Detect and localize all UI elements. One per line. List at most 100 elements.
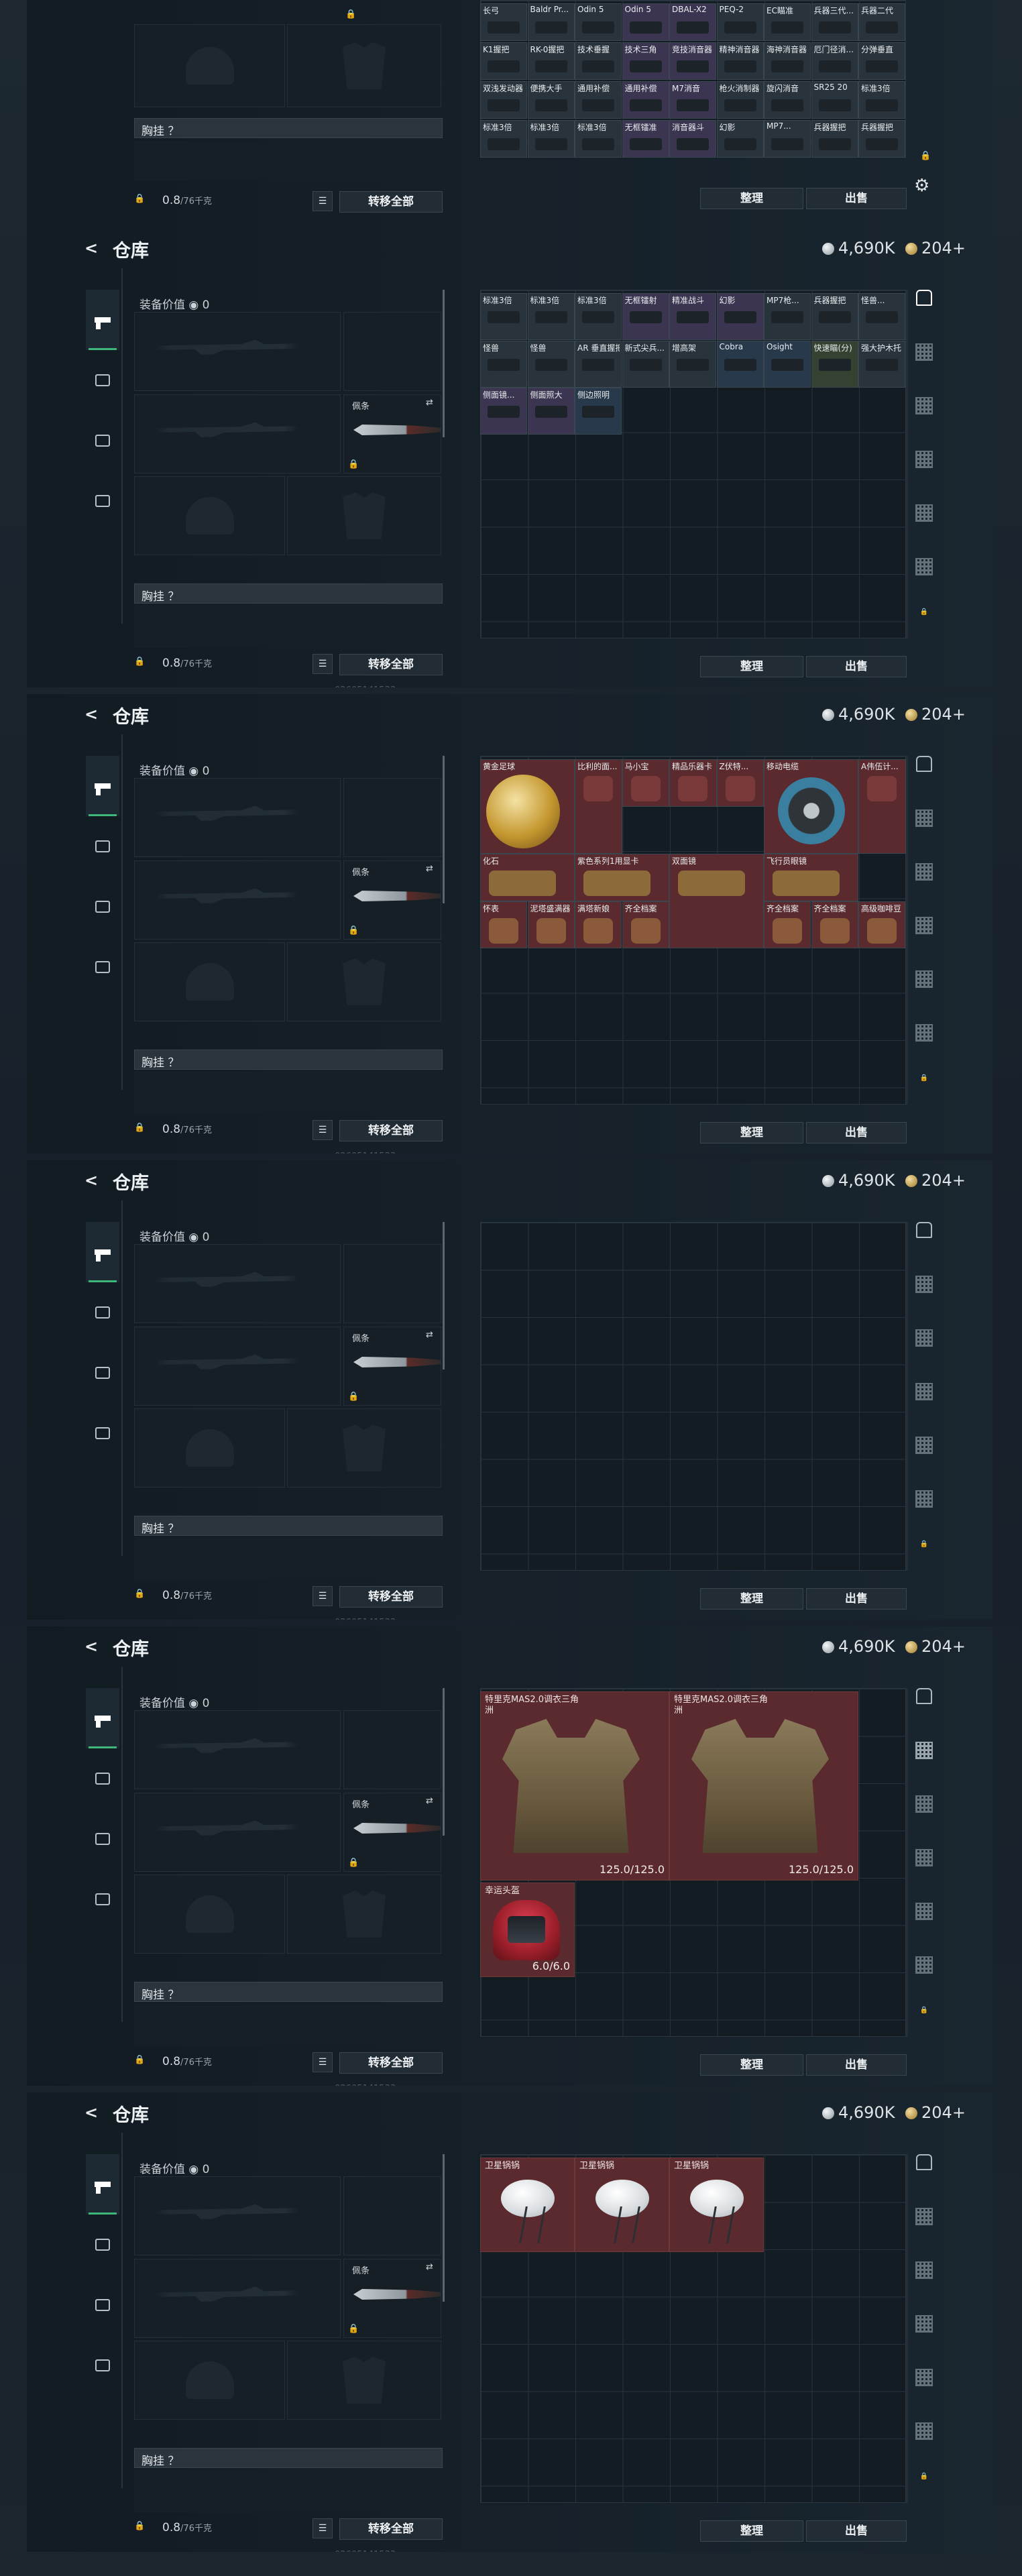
storage-item[interactable]: 双面镜 <box>669 854 764 948</box>
storage-item[interactable]: 新式尖兵... <box>622 340 669 388</box>
armor-tab-icon[interactable] <box>86 1282 119 1343</box>
transfer-all-button[interactable]: 转移全部 <box>339 2052 443 2074</box>
storage-item[interactable]: 齐全档案 <box>811 901 858 948</box>
transfer-all-button[interactable]: 转移全部 <box>339 191 443 213</box>
plus-icon[interactable]: + <box>952 2103 966 2122</box>
storage-item[interactable]: 怀表 <box>480 901 527 948</box>
armor-slot[interactable] <box>287 24 441 107</box>
storage-item[interactable]: 分弹垂直 <box>858 42 905 80</box>
chest-rig-slot[interactable]: 胸挂 ？ <box>134 2448 443 2468</box>
storage-scrollbar[interactable] <box>906 756 908 1105</box>
storage-item[interactable]: 通用补偿 <box>575 81 622 119</box>
melee-slot[interactable]: 佩条 ⇄ 🔒 <box>343 1793 441 1872</box>
storage-item[interactable]: A伟伍计... <box>858 759 906 854</box>
melee-slot[interactable]: 佩条 ⇄ 🔒 <box>343 1327 441 1406</box>
storage-item[interactable]: 幻影 <box>716 120 764 158</box>
storage-item[interactable]: Osight <box>764 340 811 388</box>
storage-item[interactable]: 便携大手 <box>527 81 575 119</box>
list-view-button[interactable]: ☰ <box>313 654 333 674</box>
list-view-button[interactable]: ☰ <box>313 2518 333 2538</box>
secondary-weapon-slot[interactable] <box>134 2259 341 2338</box>
gold-currency[interactable]: 204+ <box>905 239 966 258</box>
storage-item[interactable]: 精神消音器 <box>716 42 764 80</box>
storage-page-tab-3[interactable] <box>913 917 935 941</box>
storage-scrollbar[interactable] <box>906 1222 908 1571</box>
chest-rig-slot[interactable]: 胸挂 ？ <box>134 1982 443 2002</box>
sort-button[interactable]: 整理 <box>700 2520 803 2542</box>
weapons-tab-icon[interactable] <box>86 756 119 816</box>
armor-slot[interactable] <box>287 1408 441 1488</box>
storage-item[interactable]: 消音器斗 <box>669 120 716 158</box>
sell-button[interactable]: 出售 <box>806 2054 907 2076</box>
ammo-tab-icon[interactable] <box>86 1869 119 1929</box>
storage-item[interactable]: 无框镭准 <box>622 120 669 158</box>
storage-item[interactable]: Z伏特... <box>716 759 764 807</box>
chest-rig-slot[interactable]: 胸挂 ？ <box>134 118 443 138</box>
storage-page-tab-5[interactable] <box>913 2422 935 2447</box>
storage-page-tab-3[interactable] <box>913 1383 935 1407</box>
storage-item[interactable]: EC瞄准 <box>764 3 811 41</box>
primary-weapon-slot[interactable] <box>134 2176 341 2255</box>
storage-item[interactable]: 竞技消音器 <box>669 42 716 80</box>
storage-page-tab-3[interactable] <box>913 451 935 475</box>
melee-slot[interactable]: 佩条 ⇄ 🔒 <box>343 2259 441 2338</box>
helmet-slot[interactable] <box>134 1408 285 1488</box>
storage-item[interactable]: 厄门径消... <box>811 42 858 80</box>
satellite-dish-item[interactable]: 卫星锅锅 <box>575 2158 669 2252</box>
helmet-slot[interactable] <box>134 942 285 1021</box>
chest-rig-slot[interactable]: 胸挂 ？ <box>134 583 443 604</box>
storage-item[interactable]: 兵器三代... <box>811 3 858 41</box>
storage-item[interactable]: 标准3倍 <box>527 120 575 158</box>
back-arrow-icon[interactable]: < <box>84 2103 103 2122</box>
helmet-item[interactable]: 幸运头盔 6.0/6.0 <box>480 1883 575 1977</box>
storage-page-tab-1[interactable] <box>913 343 935 368</box>
helmet-slot[interactable] <box>134 2341 285 2420</box>
weapons-tab-icon[interactable] <box>86 2154 119 2215</box>
pistol-slot[interactable] <box>343 312 441 391</box>
plus-icon[interactable]: + <box>952 1171 966 1190</box>
storage-item[interactable]: 黄金足球 <box>480 759 575 854</box>
swap-icon[interactable]: ⇄ <box>426 1796 433 1806</box>
equipment-scrollbar[interactable] <box>443 756 445 903</box>
primary-weapon-slot[interactable] <box>134 1710 341 1789</box>
storage-item[interactable]: 标准3倍 <box>575 293 622 340</box>
sort-button[interactable]: 整理 <box>700 1588 803 1610</box>
sell-button[interactable]: 出售 <box>806 1588 907 1610</box>
settings-gear-icon[interactable]: ⚙ <box>914 176 929 196</box>
storage-item[interactable]: Odin 5 <box>622 3 669 41</box>
storage-item[interactable]: 高级咖啡豆 <box>858 901 905 948</box>
storage-item[interactable]: 侧面照大 <box>527 388 575 435</box>
secondary-weapon-slot[interactable] <box>134 394 341 473</box>
storage-item[interactable]: 满塔新娘 <box>575 901 622 948</box>
storage-page-tab-2[interactable] <box>913 2261 935 2286</box>
gold-currency[interactable]: 204+ <box>905 2103 966 2122</box>
plus-icon[interactable]: + <box>952 239 966 258</box>
storage-item[interactable]: 齐全档案 <box>622 901 669 948</box>
armor-tab-icon[interactable] <box>86 2215 119 2275</box>
weapons-tab-icon[interactable] <box>86 290 119 350</box>
storage-item[interactable]: 双浅发动器 <box>480 81 527 119</box>
storage-item[interactable]: 侧面镜... <box>480 388 527 435</box>
backpack-slot[interactable] <box>134 605 443 648</box>
storage-item[interactable]: 幻影 <box>716 293 764 340</box>
storage-page-tab-2[interactable] <box>913 1329 935 1353</box>
backpack-slot[interactable] <box>134 2003 443 2046</box>
equipment-scrollbar[interactable] <box>443 2154 445 2302</box>
primary-weapon-slot[interactable] <box>134 778 341 857</box>
storage-item[interactable]: 兵器握把 <box>811 293 858 340</box>
backpack-slot[interactable] <box>134 141 443 181</box>
storage-item[interactable]: DBAL-X2 <box>669 3 716 41</box>
storage-page-tab-2[interactable] <box>913 1795 935 1819</box>
storage-item[interactable]: Baldr Pr... <box>527 3 575 41</box>
gear-tab-icon[interactable] <box>86 1809 119 1869</box>
storage-item[interactable]: AR 垂直握把 <box>575 340 622 388</box>
sort-button[interactable]: 整理 <box>700 1122 803 1143</box>
gold-currency[interactable]: 204+ <box>905 1637 966 1656</box>
shop-tab-icon[interactable] <box>913 290 935 314</box>
storage-item[interactable]: 无框镭射 <box>622 293 669 340</box>
gear-tab-icon[interactable] <box>86 877 119 937</box>
storage-page-tab-4[interactable] <box>913 1437 935 1461</box>
storage-item[interactable]: 标准3倍 <box>858 81 905 119</box>
back-arrow-icon[interactable]: < <box>84 239 103 258</box>
sell-button[interactable]: 出售 <box>806 188 907 209</box>
